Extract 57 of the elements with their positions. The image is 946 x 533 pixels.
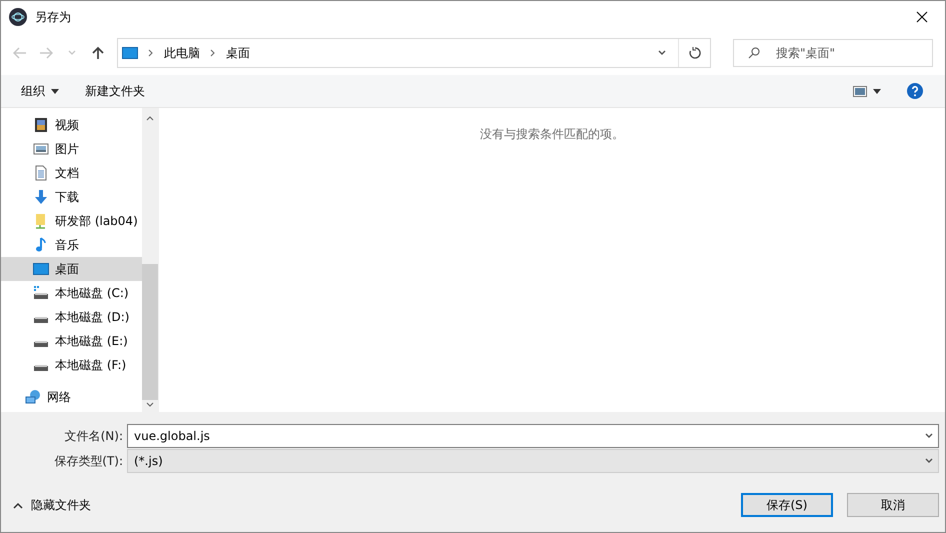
hide-folders-button[interactable]: 隐藏文件夹 (13, 496, 91, 514)
download-icon (33, 189, 49, 205)
sidebar-item[interactable]: 研发部 (lab04) (1, 209, 142, 233)
picture-icon (33, 141, 49, 157)
sidebar-item[interactable]: 本地磁盘 (E:) (1, 329, 142, 353)
sidebar-item[interactable]: 文档 (1, 161, 142, 185)
search-icon (748, 47, 760, 59)
file-name-combobox[interactable]: vue.global.js (127, 424, 939, 448)
view-icon (853, 86, 867, 96)
desktop-icon (122, 47, 138, 59)
sidebar-item[interactable]: 本地磁盘 (C:) (1, 281, 142, 305)
desktop-icon (33, 261, 49, 277)
search-box[interactable]: 搜索"桌面" (733, 39, 933, 67)
drive-icon (34, 341, 48, 347)
chevron-down-icon (68, 50, 76, 56)
cancel-button[interactable]: 取消 (847, 493, 939, 517)
scroll-down-icon (146, 402, 154, 407)
up-arrow-icon (92, 46, 104, 60)
empty-message: 没有与搜索条件匹配的项。 (480, 126, 624, 143)
new-folder-button[interactable]: 新建文件夹 (77, 78, 153, 104)
scrollbar[interactable] (142, 108, 158, 412)
caret-icon (51, 88, 59, 94)
breadcrumb-item[interactable]: 桌面 (226, 44, 250, 62)
scroll-up-icon (146, 116, 154, 121)
app-icon (9, 8, 27, 26)
network-icon (25, 389, 41, 405)
film-icon (33, 117, 49, 133)
breadcrumb-item[interactable]: 此电脑 (164, 44, 200, 62)
sidebar-item[interactable]: 下载 (1, 185, 142, 209)
file-name-label: 文件名(N): (64, 428, 124, 444)
sidebar-item[interactable]: 视频 (1, 113, 142, 137)
chevron-right-icon (148, 49, 154, 57)
close-icon (916, 11, 928, 23)
back-arrow-icon (13, 47, 27, 59)
drive-icon (34, 365, 48, 371)
sidebar-item[interactable]: 音乐 (1, 233, 142, 257)
file-type-dropdown[interactable]: (*.js) (127, 449, 939, 473)
file-type-label: 保存类型(T): (53, 452, 124, 470)
help-icon (907, 83, 923, 99)
organize-button[interactable]: 组织 (13, 78, 67, 104)
caret-icon (873, 88, 881, 94)
drive-icon (34, 317, 48, 323)
sidebar-item[interactable]: 网络 (1, 385, 142, 409)
chevron-right-icon (210, 49, 216, 57)
drive-icon (33, 285, 49, 301)
document-icon (33, 165, 49, 181)
sidebar-item[interactable]: 本地磁盘 (D:) (1, 305, 142, 329)
sidebar-item[interactable]: 桌面 (1, 257, 142, 281)
window-title: 另存为 (35, 8, 72, 26)
sidebar-item[interactable]: 图片 (1, 137, 142, 161)
forward-arrow-icon (39, 47, 53, 59)
address-bar[interactable]: 此电脑 桌面 (117, 38, 711, 68)
file-name-input[interactable]: vue.global.js (132, 428, 924, 444)
refresh-icon (688, 47, 700, 59)
chevron-up-icon (13, 502, 23, 508)
sidebar-item[interactable]: 本地磁盘 (F:) (1, 353, 142, 377)
save-button[interactable]: 保存(S) (741, 493, 833, 517)
